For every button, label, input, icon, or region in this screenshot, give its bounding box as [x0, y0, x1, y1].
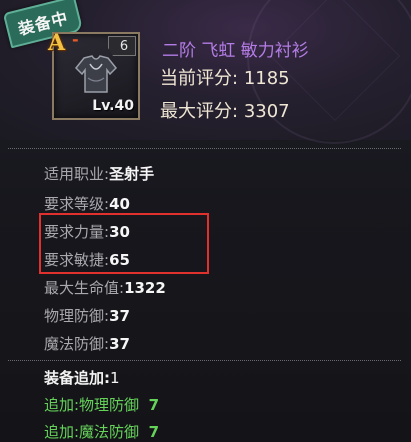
bonus-magic-defense: 追加:魔法防御 7 [44, 421, 159, 442]
stat-label: 物理防御: [44, 307, 110, 325]
stat-value: 37 [109, 307, 130, 325]
max-score-label: 最大评分: [160, 101, 239, 122]
stat-label: 最大生命值: [44, 279, 125, 297]
current-score-label: 当前评分: [160, 68, 239, 89]
current-score-value: 1185 [243, 68, 290, 89]
section-divider [8, 148, 401, 149]
requirement-value: 40 [109, 195, 130, 213]
requirement-label: 要求等级: [44, 195, 110, 213]
item-slot[interactable]: A - 6 Lv.40 [48, 30, 140, 120]
stat-physical-defense: 物理防御:37 [44, 305, 130, 326]
item-grade-suffix: - [72, 30, 79, 49]
stat-max-hp: 最大生命值:1322 [44, 277, 166, 298]
bonus-physical-defense: 追加:物理防御 7 [44, 394, 159, 415]
requirement-class: 适用职业:圣射手 [44, 163, 154, 184]
item-name: 二阶 飞虹 敏力衬衫 [162, 41, 309, 61]
stat-label: 魔法防御: [44, 335, 110, 353]
current-score: 当前评分: 1185 [160, 64, 290, 90]
enhance-level-value: 6 [119, 38, 129, 54]
requirement-level: 要求等级:40 [44, 193, 130, 214]
bonus-label: 追加:魔法防御 [44, 423, 140, 441]
item-header: 装备中 A - 6 Lv.40 二阶 飞虹 敏力衬衫 当前评分: 1185 最大… [0, 0, 411, 144]
bonus-value: 7 [148, 396, 160, 414]
enhance-level-tag: 6 [108, 36, 136, 56]
item-grade: A [48, 30, 66, 56]
requirement-value: 圣射手 [109, 165, 155, 183]
max-score-value: 3307 [243, 101, 290, 122]
stat-magic-defense: 魔法防御:37 [44, 333, 130, 354]
item-tooltip-panel: 装备中 A - 6 Lv.40 二阶 飞虹 敏力衬衫 当前评分: 1185 最大… [0, 0, 411, 442]
requirement-label: 适用职业: [44, 165, 110, 183]
max-score: 最大评分: 3307 [160, 97, 290, 123]
bonus-header-value: 1 [110, 369, 120, 387]
highlight-annotation-box [39, 213, 209, 274]
bonus-label: 追加:物理防御 [44, 396, 140, 414]
stat-value: 1322 [124, 279, 166, 297]
item-level: Lv.40 [92, 98, 134, 114]
bonus-value: 7 [148, 423, 160, 441]
shirt-icon [74, 55, 118, 93]
stat-value: 37 [109, 335, 130, 353]
section-divider [8, 360, 401, 361]
bonus-header: 装备追加:1 [44, 367, 120, 388]
bonus-header-label: 装备追加: [44, 369, 110, 387]
